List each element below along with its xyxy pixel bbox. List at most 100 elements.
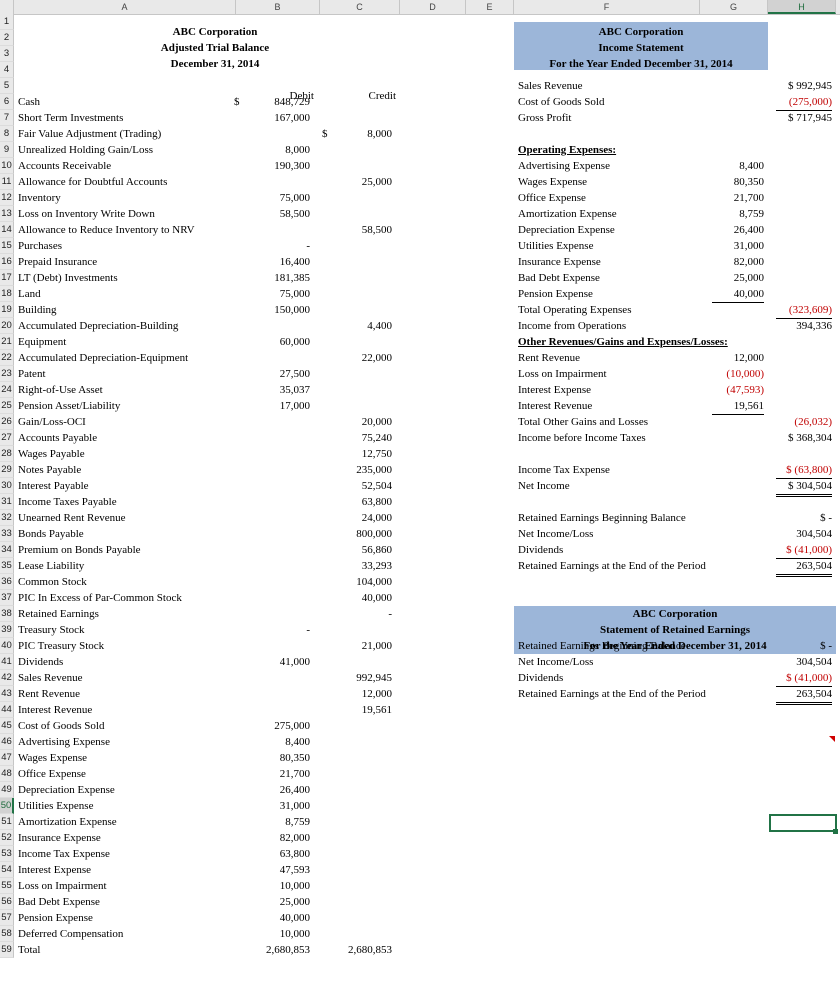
is-column-g-amount: 8,759 xyxy=(739,208,764,220)
row-header-54[interactable]: 54 xyxy=(0,862,14,878)
tb-debit-amount: 10,000 xyxy=(279,880,310,892)
row-header-7[interactable]: 7 xyxy=(0,110,14,126)
row-header-33[interactable]: 33 xyxy=(0,526,14,542)
is-line-label: Income Tax Expense xyxy=(518,464,610,476)
row-header-16[interactable]: 16 xyxy=(0,254,14,270)
row-header-6[interactable]: 6 xyxy=(0,94,14,110)
row-header-38[interactable]: 38 xyxy=(0,606,14,622)
tb-account-name: Purchases xyxy=(18,240,62,252)
column-header-a[interactable]: A xyxy=(14,0,236,14)
row-header-19[interactable]: 19 xyxy=(0,302,14,318)
re-title-statement: Statement of Retained Earnings xyxy=(599,624,751,636)
credit-header: Credit xyxy=(368,90,397,102)
tb-debit-amount: 8,000 xyxy=(285,144,310,156)
row-header-42[interactable]: 42 xyxy=(0,670,14,686)
row-header-28[interactable]: 28 xyxy=(0,446,14,462)
tb-account-name: Common Stock xyxy=(18,576,87,588)
row-header-3[interactable]: 3 xyxy=(0,46,14,62)
row-header-47[interactable]: 47 xyxy=(0,750,14,766)
row-header-24[interactable]: 24 xyxy=(0,382,14,398)
is-line-label: Operating Expenses: xyxy=(518,144,617,156)
column-header-e[interactable]: E xyxy=(466,0,514,14)
row-header-32[interactable]: 32 xyxy=(0,510,14,526)
tb-account-name: Right-of-Use Asset xyxy=(18,384,103,396)
row-header-15[interactable]: 15 xyxy=(0,238,14,254)
row-header-46[interactable]: 46 xyxy=(0,734,14,750)
spreadsheet[interactable]: { "columns": ["A","B","C","D","E","F","G… xyxy=(0,0,840,983)
row-header-44[interactable]: 44 xyxy=(0,702,14,718)
column-header-h[interactable]: H xyxy=(768,0,836,14)
column-header-f[interactable]: F xyxy=(514,0,700,14)
tb-account-name: Pension Asset/Liability xyxy=(18,400,121,412)
tb-account-name: Lease Liability xyxy=(18,560,85,572)
tb-account-name: Accounts Payable xyxy=(18,432,98,444)
comment-indicator[interactable] xyxy=(829,736,835,742)
column-header-b[interactable]: B xyxy=(236,0,320,14)
row-header-48[interactable]: 48 xyxy=(0,766,14,782)
re-title-company: ABC Corporation xyxy=(632,608,718,620)
tb-account-name: Advertising Expense xyxy=(18,736,110,748)
row-header-26[interactable]: 26 xyxy=(0,414,14,430)
row-header-4[interactable]: 4 xyxy=(0,62,14,78)
row-header-21[interactable]: 21 xyxy=(0,334,14,350)
row-header-34[interactable]: 34 xyxy=(0,542,14,558)
active-cell-selection[interactable] xyxy=(769,814,837,832)
tb-account-name: Interest Expense xyxy=(18,864,91,876)
tb-credit-amount: 235,000 xyxy=(356,464,392,476)
row-header-52[interactable]: 52 xyxy=(0,830,14,846)
row-header-51[interactable]: 51 xyxy=(0,814,14,830)
row-header-49[interactable]: 49 xyxy=(0,782,14,798)
row-header-36[interactable]: 36 xyxy=(0,574,14,590)
row-header-56[interactable]: 56 xyxy=(0,894,14,910)
tb-account-name: Pension Expense xyxy=(18,912,93,924)
row-header-43[interactable]: 43 xyxy=(0,686,14,702)
select-all-corner[interactable] xyxy=(0,0,14,14)
row-header-31[interactable]: 31 xyxy=(0,494,14,510)
row-header-18[interactable]: 18 xyxy=(0,286,14,302)
re-column-h-amount: $ - xyxy=(820,640,832,652)
row-header-17[interactable]: 17 xyxy=(0,270,14,286)
row-header-45[interactable]: 45 xyxy=(0,718,14,734)
column-header-c[interactable]: C xyxy=(320,0,400,14)
row-header-29[interactable]: 29 xyxy=(0,462,14,478)
tb-credit-amount: 20,000 xyxy=(361,416,392,428)
row-header-39[interactable]: 39 xyxy=(0,622,14,638)
row-header-8[interactable]: 8 xyxy=(0,126,14,142)
row-header-1[interactable]: 1 xyxy=(0,14,14,30)
column-header-g[interactable]: G xyxy=(700,0,768,14)
is-line-label: Net Income/Loss xyxy=(518,528,594,540)
row-header-14[interactable]: 14 xyxy=(0,222,14,238)
is-line-label: Income before Income Taxes xyxy=(518,432,646,444)
row-header-40[interactable]: 40 xyxy=(0,638,14,654)
tb-debit-amount: 16,400 xyxy=(279,256,310,268)
row-header-57[interactable]: 57 xyxy=(0,910,14,926)
re-column-h-amount: 304,504 xyxy=(796,656,832,668)
row-header-11[interactable]: 11 xyxy=(0,174,14,190)
row-header-37[interactable]: 37 xyxy=(0,590,14,606)
row-header-35[interactable]: 35 xyxy=(0,558,14,574)
row-header-55[interactable]: 55 xyxy=(0,878,14,894)
row-header-10[interactable]: 10 xyxy=(0,158,14,174)
row-header-50[interactable]: 50 xyxy=(0,798,14,814)
row-header-5[interactable]: 5 xyxy=(0,78,14,94)
fill-handle[interactable] xyxy=(833,829,838,834)
row-header-2[interactable]: 2 xyxy=(0,30,14,46)
is-column-g-amount: 80,350 xyxy=(733,176,764,188)
row-header-9[interactable]: 9 xyxy=(0,142,14,158)
row-header-53[interactable]: 53 xyxy=(0,846,14,862)
row-header-25[interactable]: 25 xyxy=(0,398,14,414)
row-header-58[interactable]: 58 xyxy=(0,926,14,942)
row-header-13[interactable]: 13 xyxy=(0,206,14,222)
row-header-30[interactable]: 30 xyxy=(0,478,14,494)
row-header-20[interactable]: 20 xyxy=(0,318,14,334)
tb-credit-amount: 63,800 xyxy=(361,496,392,508)
row-header-59[interactable]: 59 xyxy=(0,942,14,958)
column-header-d[interactable]: D xyxy=(400,0,466,14)
row-header-27[interactable]: 27 xyxy=(0,430,14,446)
tb-account-name: Land xyxy=(18,288,41,300)
tb-debit-amount: 58,500 xyxy=(279,208,310,220)
row-header-41[interactable]: 41 xyxy=(0,654,14,670)
row-header-12[interactable]: 12 xyxy=(0,190,14,206)
row-header-22[interactable]: 22 xyxy=(0,350,14,366)
row-header-23[interactable]: 23 xyxy=(0,366,14,382)
